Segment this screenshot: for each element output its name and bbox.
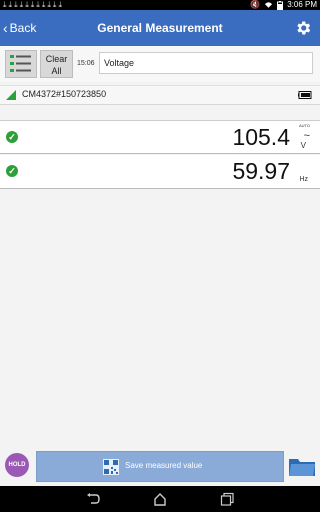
status-time: 3:06 PM (287, 0, 317, 9)
clear-label-line1: Clear (45, 54, 68, 64)
back-button[interactable]: ‹ Back (3, 10, 36, 46)
hold-button[interactable]: HOLD (5, 453, 29, 477)
checklist-icon (10, 55, 31, 72)
chevron-left-icon: ‹ (3, 20, 8, 36)
measurement-row-frequency[interactable]: ✓ 59.97 Hz (0, 155, 320, 189)
save-measured-value-button[interactable]: Save measured value (36, 451, 284, 482)
download-notifications: ⤓ ⤓ ⤓ ⤓ ⤓ ⤓ ⤓ ⤓ ⤓ ⤓ ⤓ (3, 0, 62, 10)
measurement-value: 59.97 (232, 158, 290, 184)
folder-icon[interactable] (288, 455, 316, 477)
clear-label-line2: All (51, 66, 62, 76)
screen: ⤓ ⤓ ⤓ ⤓ ⤓ ⤓ ⤓ ⤓ ⤓ ⤓ ⤓ 🔇 3:06 PM General Measuremen… (0, 0, 320, 512)
navigation-bar (0, 486, 320, 512)
download-icon: ⤓ (3, 0, 7, 9)
download-icon: ⤓ (41, 0, 46, 9)
measurement-value: 105.4 (232, 124, 290, 150)
recents-nav-icon[interactable] (220, 492, 234, 506)
check-icon: ✓ (6, 131, 18, 143)
download-icon: ⤓ (36, 0, 40, 9)
download-icon: ⤓ (58, 0, 63, 9)
measurement-unit: Hz (299, 176, 308, 183)
back-label: Back (9, 21, 37, 35)
download-icon: ⤓ (30, 0, 35, 9)
battery-icon (277, 0, 284, 10)
range-label: AUTO (298, 123, 310, 128)
back-nav-icon[interactable] (86, 492, 100, 506)
download-icon: ⤓ (19, 0, 24, 9)
gear-icon[interactable] (294, 19, 312, 37)
qr-code-icon (103, 459, 119, 475)
controls-row: Clear All 15:06 Voltage (0, 46, 320, 82)
download-icon: ⤓ (52, 0, 57, 9)
device-battery-icon (298, 91, 312, 99)
status-icons: 🔇 3:06 PM (250, 0, 317, 10)
wifi-icon (265, 2, 273, 8)
download-icon: ⤓ (14, 0, 18, 9)
mode-select[interactable]: Voltage (99, 52, 313, 74)
measurement-row-voltage[interactable]: ✓ 105.4 AUTO ~ V (0, 120, 320, 154)
list-view-button[interactable] (5, 50, 37, 78)
save-label: Save measured value (125, 461, 203, 470)
app-bar: General Measurement ‹ Back (0, 10, 320, 46)
clear-all-button[interactable]: Clear All (40, 50, 73, 78)
check-icon: ✓ (6, 165, 18, 177)
download-icon: ⤓ (25, 0, 29, 9)
device-name: CM4372#150723850 (22, 89, 107, 99)
device-row: CM4372#150723850 (0, 85, 320, 105)
download-icon: ⤓ (8, 0, 13, 9)
measurement-time: 15:06 (77, 60, 95, 67)
home-nav-icon[interactable] (153, 492, 167, 506)
page-title: General Measurement (97, 21, 223, 35)
status-bar: ⤓ ⤓ ⤓ ⤓ ⤓ ⤓ ⤓ ⤓ ⤓ ⤓ ⤓ 🔇 3:06 PM (0, 0, 320, 10)
download-icon: ⤓ (47, 0, 51, 9)
mute-icon: 🔇 (250, 0, 261, 9)
measurement-unit: V (300, 141, 306, 150)
signal-icon (6, 90, 16, 100)
